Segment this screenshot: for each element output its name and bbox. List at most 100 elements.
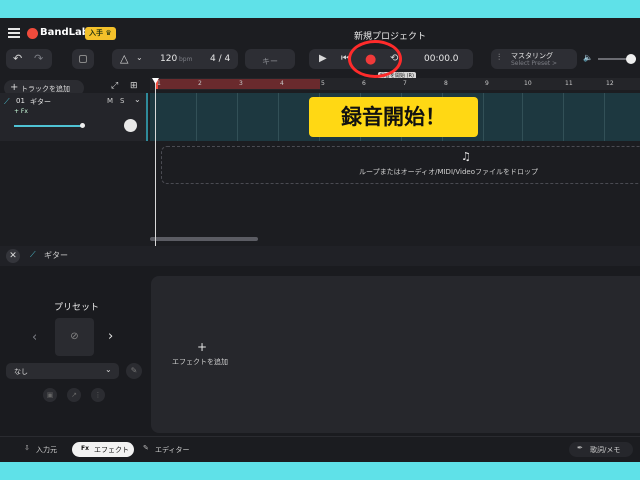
drop-zone[interactable]: ♫ ループまたはオーディオ/MIDI/Videoファイルをドロップ <box>161 146 640 184</box>
add-fx-button[interactable]: + Fx <box>14 108 28 115</box>
preset-select[interactable]: なし ⌄ <box>6 363 119 379</box>
track-volume-slider[interactable] <box>14 123 85 128</box>
bpm-unit: bpm <box>179 56 193 63</box>
pencil-icon: ✎ <box>143 444 149 452</box>
grid-line <box>278 93 279 141</box>
app-logo-text: BandLab <box>40 27 89 38</box>
chevron-down-icon[interactable]: ⌄ <box>134 96 141 104</box>
grid-line <box>483 93 484 141</box>
plus-icon: + <box>10 82 19 93</box>
share-icon[interactable]: ↗ <box>67 388 81 402</box>
track-name[interactable]: ギター <box>30 97 51 107</box>
track-number: 01 <box>16 97 25 105</box>
preset-heading: プリセット <box>54 303 100 313</box>
close-icon[interactable]: ✕ <box>6 249 20 263</box>
ruler-label: 10 <box>524 80 532 87</box>
guitar-icon: ⟋ <box>4 97 10 106</box>
tab-input[interactable]: ⇩ 入力元 <box>8 442 70 457</box>
add-effect-label[interactable]: エフェクトを追加 <box>172 357 228 367</box>
mute-button[interactable]: M <box>107 97 113 105</box>
volume-icon[interactable]: 🔈 <box>583 54 593 62</box>
metronome-icon[interactable]: △ <box>120 53 128 64</box>
preset-thumbnail[interactable]: ⊘ <box>55 318 94 356</box>
loop-region[interactable] <box>156 79 320 89</box>
key-label: キー <box>262 57 278 66</box>
master-volume-knob[interactable] <box>626 54 636 64</box>
ruler-label: 3 <box>239 80 243 87</box>
top-bar: BandLab 入手 ♛ 新規プロジェクト <box>0 18 640 50</box>
input-icon: ⇩ <box>24 444 30 452</box>
preset-next-icon[interactable]: › <box>108 329 113 344</box>
mastering-sub: Select Preset > <box>511 60 558 67</box>
ruler-label: 2 <box>198 80 202 87</box>
play-icon[interactable]: ▶ <box>319 54 327 64</box>
lower-panel-header: ✕ ⟋ ギター <box>0 246 640 266</box>
music-note-icon: ♫ <box>461 150 471 163</box>
lower-track-name: ギター <box>44 251 68 260</box>
tab-effects-label: エフェクト <box>94 446 129 454</box>
effects-panel <box>151 276 640 433</box>
preset-prev-icon[interactable]: ‹ <box>32 330 37 345</box>
timeline-scrollbar[interactable] <box>150 237 258 241</box>
bpm-value[interactable]: 120 <box>160 54 177 64</box>
callout-caption: 録音開始！ <box>309 97 478 137</box>
lyrics-notes-button[interactable]: ✒ 歌詞/メモ <box>569 442 633 457</box>
preset-reset-icon[interactable]: ✎ <box>126 363 142 379</box>
more-icon[interactable]: ⋮ <box>91 388 105 402</box>
project-title[interactable]: 新規プロジェクト <box>320 29 460 42</box>
ruler-label: 5 <box>321 80 325 87</box>
sliders-icon: ⫶ <box>498 53 501 63</box>
master-volume-slider[interactable] <box>598 54 636 64</box>
solo-button[interactable]: S <box>120 97 124 105</box>
undo-icon[interactable]: ↶ <box>13 53 22 64</box>
grid-line <box>563 93 564 141</box>
snap-button[interactable] <box>72 49 94 69</box>
track-tool-icon[interactable]: ⤢ <box>111 82 118 91</box>
ruler-label: 11 <box>565 80 573 87</box>
tab-editor[interactable]: ✎ エディター <box>138 442 198 457</box>
track-fit-icon[interactable]: ⊞ <box>130 82 138 91</box>
no-preset-icon: ⊘ <box>70 331 79 342</box>
ruler-label: 6 <box>362 80 366 87</box>
key-button[interactable]: キー <box>245 49 295 69</box>
grid-line <box>604 93 605 141</box>
track-header[interactable]: ⟋ 01 ギター M S ⌄ + Fx <box>0 93 148 141</box>
ruler-label: 4 <box>280 80 284 87</box>
tempo-group: △ ⌄ 120 bpm 4 / 4 <box>112 49 238 69</box>
ruler-label: 9 <box>485 80 489 87</box>
chevron-down-icon: ⌄ <box>105 365 112 374</box>
bandlab-logo-icon <box>27 28 38 39</box>
record-highlight-ring <box>348 40 402 78</box>
pen-icon: ✒ <box>577 444 583 452</box>
lyrics-notes-label: 歌詞/メモ <box>590 446 621 454</box>
daw-window: BandLab 入手 ♛ 新規プロジェクト ↶ ↷ △ ⌄ 120 bpm 4 … <box>0 18 640 462</box>
save-icon[interactable]: ▣ <box>43 388 57 402</box>
track-volume-knob[interactable] <box>80 123 85 128</box>
mastering-button[interactable]: ⫶ マスタリング Select Preset > <box>491 49 577 69</box>
tab-input-label: 入力元 <box>36 446 57 454</box>
ruler-label: 8 <box>444 80 448 87</box>
pan-knob[interactable] <box>124 119 137 132</box>
preset-select-value: なし <box>14 368 28 376</box>
menu-icon[interactable] <box>8 28 20 38</box>
ruler-label: 7 <box>403 80 407 87</box>
guitar-icon: ⟋ <box>30 250 36 259</box>
bottom-tab-bar: ⇩ 入力元 Fx エフェクト ✎ エディター ✒ 歌詞/メモ <box>0 436 640 462</box>
chevron-down-icon[interactable]: ⌄ <box>136 54 143 62</box>
join-badge[interactable]: 入手 ♛ <box>85 27 116 40</box>
time-display: 00:00.0 <box>424 54 459 64</box>
grid-line <box>196 93 197 141</box>
tab-editor-label: エディター <box>155 446 190 454</box>
time-signature[interactable]: 4 / 4 <box>210 54 230 64</box>
drop-zone-text: ループまたはオーディオ/MIDI/Videoファイルをドロップ <box>359 168 538 176</box>
ruler-label: 1 <box>157 80 161 87</box>
add-effect-icon[interactable]: + <box>197 340 207 354</box>
undo-redo-group: ↶ ↷ <box>6 49 52 69</box>
redo-icon[interactable]: ↷ <box>34 53 43 64</box>
grid-line <box>237 93 238 141</box>
tab-effects[interactable]: Fx エフェクト <box>72 442 134 457</box>
ruler-label: 12 <box>606 80 614 87</box>
fx-icon: Fx <box>81 445 89 452</box>
snap-icon <box>79 55 87 63</box>
playhead[interactable] <box>155 78 156 246</box>
